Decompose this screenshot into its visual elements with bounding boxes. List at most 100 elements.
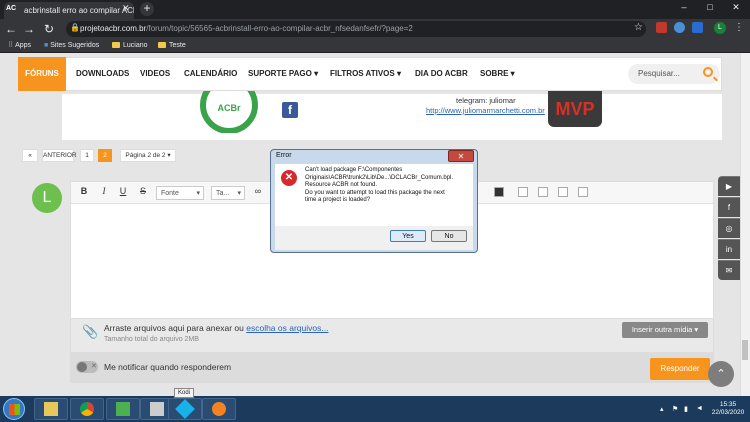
- font-select[interactable]: Fonte: [156, 186, 204, 200]
- new-tab-button[interactable]: +: [140, 2, 154, 16]
- tab-close-icon[interactable]: ✕: [122, 3, 130, 14]
- kodi-tooltip: Kodi: [174, 388, 194, 398]
- tray-flag-icon[interactable]: ⚑: [672, 405, 678, 413]
- choose-files-link[interactable]: escolha os arquivos...: [246, 323, 328, 333]
- extension-icon[interactable]: [674, 22, 685, 33]
- toggle-knob: [77, 362, 87, 372]
- star-icon[interactable]: ☆: [634, 22, 643, 33]
- pagination-page-2[interactable]: 2: [98, 149, 112, 162]
- tray-volume-icon[interactable]: ◄: [696, 405, 703, 412]
- taskbar-kodi[interactable]: [168, 398, 202, 420]
- strike-button[interactable]: S: [137, 186, 149, 196]
- user-avatar[interactable]: L: [32, 183, 62, 213]
- code-icon[interactable]: [538, 187, 548, 197]
- menu-icon[interactable]: ⋮: [734, 22, 744, 33]
- nav-sobre[interactable]: SOBRE ▾: [480, 57, 515, 91]
- apps-bookmark[interactable]: ⠿ Apps: [8, 40, 31, 52]
- telegram-text: telegram: juliomar: [456, 96, 516, 105]
- dialog-line: Can't load package F:\Componentes: [305, 167, 403, 173]
- no-button[interactable]: No: [431, 230, 467, 242]
- email-icon[interactable]: ✉: [718, 260, 740, 280]
- tray-network-icon[interactable]: ▮: [684, 405, 688, 413]
- bookmark-luciano[interactable]: Luciano: [112, 40, 148, 52]
- instagram-icon[interactable]: ◎: [718, 218, 740, 238]
- source-icon[interactable]: [558, 187, 568, 197]
- facebook-side-icon[interactable]: f: [718, 197, 740, 217]
- tab-favicon: AC: [6, 5, 17, 12]
- pdf-extension-icon[interactable]: [656, 22, 667, 33]
- insert-media-button[interactable]: Inserir outra mídia ▾: [622, 322, 708, 338]
- nav-suporte-pago[interactable]: SUPORTE PAGO ▾: [248, 57, 318, 91]
- dialog-line: Originais\ACBR\trunk2\Lib\De...\DCLACBr_…: [305, 174, 454, 181]
- search-icon[interactable]: [703, 67, 713, 77]
- nav-filtros-ativos[interactable]: FILTROS ATIVOS ▾: [330, 57, 401, 91]
- taskbar-chrome[interactable]: [70, 398, 104, 420]
- close-window-icon[interactable]: ✕: [728, 2, 744, 13]
- windows-icon: [9, 404, 20, 415]
- youtube-icon[interactable]: ▶: [718, 176, 740, 196]
- taskbar-network[interactable]: [106, 398, 140, 420]
- printer-icon: [150, 402, 164, 416]
- dialog-line: time a project is loaded?: [305, 197, 371, 203]
- mvp-badge: MVP: [548, 91, 602, 127]
- url-input[interactable]: projetoacbr.com.br/forum/topic/56565-acb…: [66, 21, 646, 37]
- dialog-line: Resource ACBR not found.: [305, 182, 378, 188]
- toggle-off-icon: ✕: [91, 363, 97, 370]
- forward-icon[interactable]: →: [22, 22, 36, 36]
- clock[interactable]: 15:35 22/03/2020: [708, 401, 748, 417]
- pagination-page-1[interactable]: 1: [80, 149, 94, 162]
- tab-title: acbrinstall erro ao compilar ACB...: [24, 6, 134, 15]
- underline-button[interactable]: U: [117, 186, 129, 196]
- color-icon[interactable]: [494, 187, 504, 197]
- nav-calendario[interactable]: CALENDÁRIO: [184, 57, 237, 91]
- preview-icon[interactable]: [578, 187, 588, 197]
- image-icon[interactable]: [518, 187, 528, 197]
- dialog-title: Error: [276, 152, 292, 159]
- paperclip-icon: 📎: [82, 324, 99, 339]
- scrollbar-thumb[interactable]: [742, 340, 748, 360]
- nav-videos[interactable]: VIDEOS: [140, 57, 170, 91]
- bold-button[interactable]: B: [78, 186, 90, 196]
- extension-icon-2[interactable]: [692, 22, 703, 33]
- dialog-line: Do you want to attempt to load this pack…: [305, 189, 445, 196]
- yes-button[interactable]: Yes: [390, 230, 426, 242]
- folder-icon: [112, 42, 120, 49]
- error-icon: ✕: [281, 170, 297, 186]
- start-button[interactable]: [3, 398, 25, 420]
- url-path: /forum/topic/56565-acbrinstall-erro-ao-c…: [146, 24, 413, 33]
- clock-date: 22/03/2020: [711, 409, 745, 416]
- pagination-prev[interactable]: ANTERIOR: [42, 149, 77, 162]
- acbr-logo: ACBr: [200, 91, 258, 133]
- scroll-top-icon[interactable]: ⌃: [708, 361, 734, 387]
- pagination-first[interactable]: «: [22, 149, 38, 162]
- minimize-icon[interactable]: –: [676, 2, 692, 12]
- taskbar-explorer[interactable]: [34, 398, 68, 420]
- attach-instructions: Arraste arquivos aqui para anexar ou esc…: [104, 323, 329, 333]
- maximize-icon[interactable]: □: [702, 2, 718, 12]
- browser-tab[interactable]: acbrinstall erro ao compilar ACB...: [4, 2, 134, 19]
- nav-foruns[interactable]: FÓRUNS: [18, 57, 66, 91]
- bookmark-sites-sugeridos[interactable]: ■ Sites Sugeridos: [44, 40, 99, 52]
- reply-button[interactable]: Responder: [650, 358, 710, 380]
- taskbar-delphi[interactable]: [202, 398, 236, 420]
- size-select[interactable]: Ta...: [211, 186, 245, 200]
- site-link[interactable]: http://www.juliomarmarchetti.com.br: [426, 106, 545, 115]
- back-icon[interactable]: ←: [4, 22, 18, 36]
- facebook-icon[interactable]: f: [282, 102, 298, 118]
- nav-dia-do-acbr[interactable]: DIA DO ACBR: [415, 57, 468, 91]
- pagination-jump[interactable]: Página 2 de 2 ▾: [120, 149, 176, 162]
- dialog-close-icon[interactable]: ✕: [448, 150, 474, 162]
- link-icon[interactable]: ∞: [252, 186, 264, 196]
- linkedin-icon[interactable]: in: [718, 239, 740, 259]
- bookmark-teste[interactable]: Teste: [158, 40, 186, 52]
- folder-icon: [44, 402, 58, 416]
- profile-avatar[interactable]: L: [714, 22, 726, 34]
- clock-time: 15:35: [719, 401, 737, 408]
- attach-size: Tamanho total do arquivo 2MB: [104, 336, 199, 343]
- italic-button[interactable]: I: [98, 186, 110, 196]
- lock-icon: 🔒: [70, 23, 80, 32]
- reload-icon[interactable]: ↻: [42, 22, 56, 36]
- tray-arrow-icon[interactable]: ▴: [660, 405, 664, 413]
- nav-downloads[interactable]: DOWNLOADS: [76, 57, 129, 91]
- dialog-message: Can't load package F:\Componentes Origin…: [305, 167, 473, 205]
